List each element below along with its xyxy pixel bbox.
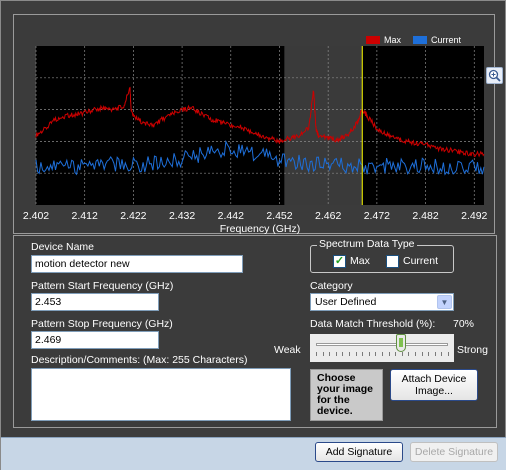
pattern-stop-input[interactable] (31, 331, 159, 349)
spectrum-chart-panel: Max Current 2.402 2.412 2.422 2.432 2.442 2.4… (13, 14, 503, 235)
signature-editor-window: Max Current 2.402 2.412 2.422 2.432 2.442 2.4… (0, 0, 506, 470)
pattern-range-highlight (284, 46, 363, 205)
slider-tick (355, 352, 357, 356)
slider-tick (401, 352, 403, 356)
x-axis-label: Frequency (GHz) (220, 223, 301, 235)
x-tick-label: 2.452 (266, 210, 292, 222)
threshold-value: 70% (453, 318, 475, 330)
spectrum-type-legend: Spectrum Data Type (317, 238, 417, 250)
plot-background (36, 46, 484, 205)
device-image-placeholder: Choose your image for the device. (310, 369, 383, 421)
slider-tick (448, 352, 449, 356)
slider-tick (441, 352, 443, 356)
slider-track (316, 343, 448, 346)
slider-tick (428, 352, 430, 356)
magnifier-plus-icon (488, 69, 501, 82)
x-tick-label: 2.402 (23, 210, 49, 222)
slider-thumb[interactable] (396, 334, 407, 352)
device-name-input[interactable] (31, 255, 243, 273)
slider-tick (362, 352, 364, 356)
slider-tick (342, 352, 344, 356)
x-tick-label: 2.492 (461, 210, 487, 222)
slider-tick (388, 352, 390, 356)
pattern-start-label: Pattern Start Frequency (GHz) (31, 280, 174, 292)
threshold-label: Data Match Threshold (%): (310, 318, 436, 330)
slider-tick (382, 352, 383, 356)
pattern-stop-label: Pattern Stop Frequency (GHz) (31, 318, 173, 330)
delete-signature-button[interactable]: Delete Signature (410, 442, 498, 462)
spectrum-type-group: Spectrum Data Type ✓ Max Current (310, 238, 454, 273)
chevron-down-icon[interactable]: ▼ (437, 295, 452, 309)
x-tick-label: 2.432 (169, 210, 195, 222)
x-tick-label: 2.412 (72, 210, 98, 222)
category-select-value: User Defined (315, 296, 377, 308)
slider-tick (395, 352, 397, 356)
attach-image-button[interactable]: Attach Device Image... (390, 369, 478, 401)
slider-tick (415, 352, 416, 356)
slider-tick (375, 352, 377, 356)
current-checkbox-label: Current (403, 255, 439, 267)
spectrum-plot[interactable]: 2.402 2.412 2.422 2.432 2.442 2.452 2.462 2.472… (14, 15, 496, 235)
category-label: Category (310, 280, 353, 292)
description-label: Description/Comments: (Max: 255 Characte… (31, 354, 248, 366)
threshold-slider[interactable] (310, 334, 454, 362)
x-tick-label: 2.482 (412, 210, 438, 222)
slider-tick (335, 352, 337, 356)
slider-tick (421, 352, 423, 356)
x-tick-label: 2.442 (218, 210, 244, 222)
x-tick-label: 2.472 (364, 210, 390, 222)
slider-tick (349, 352, 350, 356)
x-tick-label: 2.422 (120, 210, 146, 222)
weak-label: Weak (274, 344, 301, 356)
description-textarea[interactable] (31, 368, 291, 421)
current-checkbox[interactable] (386, 255, 399, 268)
pattern-start-input[interactable] (31, 293, 159, 311)
footer-bar: Add Signature Delete Signature (1, 437, 506, 470)
max-checkbox[interactable]: ✓ (333, 255, 346, 268)
slider-tick (368, 352, 370, 356)
zoom-in-button[interactable] (486, 67, 503, 84)
strong-label: Strong (457, 344, 488, 356)
max-checkbox-label: Max (350, 255, 370, 267)
slider-tick (408, 352, 410, 356)
device-name-label: Device Name (31, 241, 95, 253)
slider-tick (322, 352, 324, 356)
slider-tick (434, 352, 436, 356)
slider-tick (316, 352, 317, 356)
slider-tick (329, 352, 331, 356)
category-select[interactable]: User Defined ▼ (310, 293, 454, 311)
add-signature-button[interactable]: Add Signature (315, 442, 403, 462)
x-tick-label: 2.462 (315, 210, 341, 222)
